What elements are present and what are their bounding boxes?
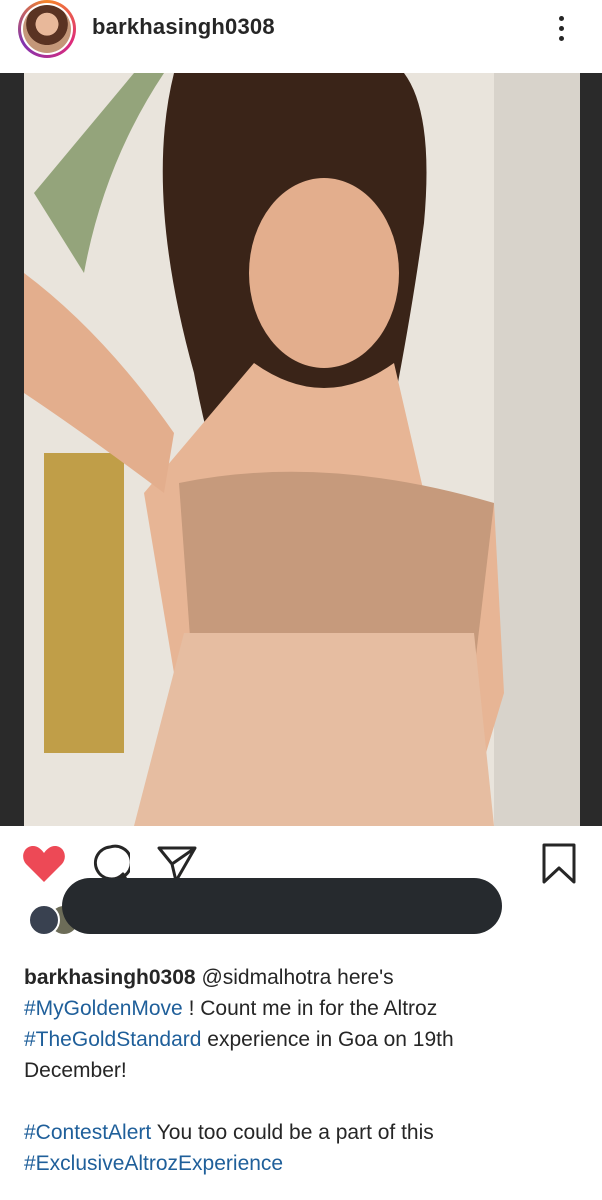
caption-text: ! Count me in for the Altroz xyxy=(182,997,438,1020)
caption-line: barkhasingh0308 @sidmalhotra here's xyxy=(24,962,584,993)
post-header: barkhasingh0308 xyxy=(0,0,602,72)
profile-avatar[interactable] xyxy=(18,0,76,58)
caption-text: You too could be a part of this xyxy=(151,1121,434,1144)
caption-line: #ContestAlert You too could be a part of… xyxy=(24,1117,584,1148)
avatar-frame xyxy=(21,3,73,55)
photo-content xyxy=(24,73,580,826)
caption-mention[interactable]: @sidmalhotra xyxy=(201,966,331,989)
hashtag-link[interactable]: #ContestAlert xyxy=(24,1121,151,1144)
hashtag-link[interactable]: #TheGoldStandard xyxy=(24,1028,201,1051)
caption-line: #ExclusiveAltrozExperience xyxy=(24,1148,584,1179)
photo-illustration xyxy=(24,73,580,826)
caption-line: December! xyxy=(24,1059,127,1082)
caption-line: #MyGoldenMove ! Count me in for the Altr… xyxy=(24,993,584,1024)
more-vertical-icon[interactable] xyxy=(548,12,574,46)
hashtag-link[interactable]: #ExclusiveAltrozExperience xyxy=(24,1152,283,1175)
post-caption: barkhasingh0308 @sidmalhotra here's #MyG… xyxy=(24,962,584,1179)
username-link[interactable]: barkhasingh0308 xyxy=(92,14,275,40)
caption-spacer xyxy=(24,1086,584,1117)
liker-avatar xyxy=(28,904,60,936)
redacted-likes-text xyxy=(62,878,502,934)
caption-text: experience in Goa on 19th xyxy=(201,1028,454,1051)
caption-line: #TheGoldStandard experience in Goa on 19… xyxy=(24,1024,584,1055)
avatar-image xyxy=(23,5,71,53)
caption-text: here's xyxy=(331,966,394,989)
liked-by-row[interactable] xyxy=(0,878,602,938)
post-photo[interactable] xyxy=(0,73,602,826)
caption-username[interactable]: barkhasingh0308 xyxy=(24,966,196,989)
hashtag-link[interactable]: #MyGoldenMove xyxy=(24,997,183,1020)
